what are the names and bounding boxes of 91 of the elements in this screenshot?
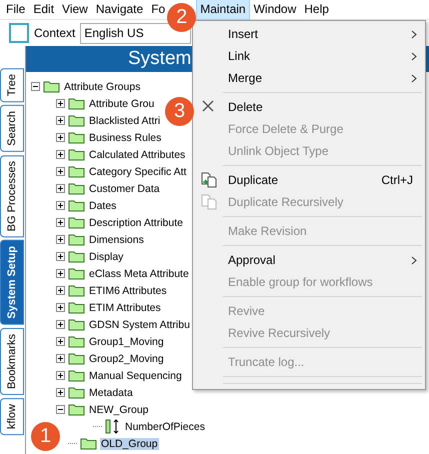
folder-icon [68,318,85,331]
folder-icon [68,97,85,110]
tree-item[interactable]: Customer Data [88,182,161,194]
collapse-icon[interactable] [56,405,65,414]
tree-item[interactable]: NumberOfPieces [124,420,206,432]
step-badge: 3 [165,97,194,126]
expand-icon[interactable] [56,218,65,227]
folder-icon [43,80,60,93]
menu-bar-item[interactable]: Edit [29,0,58,20]
folder-icon [68,403,85,416]
expand-icon[interactable] [56,252,65,261]
tree-item[interactable]: Dimensions [88,234,145,246]
tree-item[interactable]: Category Specific Att [88,166,188,178]
expand-icon[interactable] [56,235,65,244]
tree-item[interactable]: Metadata [88,386,134,398]
side-tab[interactable]: Tree [0,68,24,102]
tree-item[interactable]: Description Attribute [88,216,184,228]
folder-icon [68,114,85,127]
folder-icon [68,165,85,178]
folder-icon [68,386,85,399]
attribute-icon [105,419,121,434]
context-label: Context [34,26,76,40]
tree-item[interactable]: Calculated Attributes [88,148,186,160]
tree-item[interactable]: Display [88,250,124,262]
expand-icon[interactable] [56,388,65,397]
copy-icon [201,194,217,210]
menu-bar-item[interactable]: View [58,0,92,20]
expand-icon[interactable] [56,133,65,142]
context-dropdown[interactable]: English US [80,22,192,44]
context-checkbox[interactable] [9,23,29,43]
tree-item[interactable]: Attribute Grou [88,98,156,110]
menu-item[interactable]: Duplicate Ctrl+J [193,169,425,191]
copy-icon [201,172,217,188]
folder-icon [68,267,85,280]
menu-item[interactable]: Link [193,45,425,67]
expand-icon[interactable] [56,167,65,176]
expand-icon[interactable] [56,201,65,210]
step-badge: 2 [167,3,196,32]
tree-item[interactable]: Dates [88,200,118,212]
close-icon [201,99,215,113]
step-badge: 1 [31,422,60,451]
expand-icon[interactable] [56,286,65,295]
side-tab[interactable]: BG Processes [0,155,24,238]
tree-item[interactable]: ETIM6 Attributes [88,284,168,296]
folder-icon [68,199,85,212]
menu-item[interactable]: Approval [193,249,425,271]
folder-icon [68,301,85,314]
folder-icon [68,131,85,144]
expand-icon[interactable] [56,116,65,125]
menu-bar-item[interactable]: Window [250,0,300,20]
menu-bar-item[interactable]: File [2,0,30,20]
expand-icon[interactable] [56,371,65,380]
expand-icon[interactable] [56,354,65,363]
menu-bar-item[interactable]: Fo [147,0,170,20]
folder-icon [68,250,85,263]
expand-icon[interactable] [56,320,65,329]
folder-icon [68,369,85,382]
tree-item[interactable]: Business Rules [88,132,162,144]
tree-item[interactable]: Attribute Groups [63,80,142,92]
tree-item[interactable]: NEW_Group [88,404,150,416]
side-tab[interactable]: kflow [0,398,24,436]
folder-icon [68,216,85,229]
expand-icon[interactable] [56,337,65,346]
side-tab[interactable]: Search [0,105,24,152]
folder-icon [80,437,97,450]
side-tab[interactable]: System Setup [0,240,24,326]
tree-item[interactable]: GDSN System Attribu [88,318,191,330]
tree-item[interactable]: Group1_Moving [88,336,165,348]
menu-bar-item[interactable]: Help [300,0,333,20]
folder-icon [68,182,85,195]
folder-icon [68,148,85,161]
tree-item[interactable]: OLD_Group [100,438,159,450]
folder-icon [68,284,85,297]
expand-icon[interactable] [56,99,65,108]
tree-item[interactable]: eClass Meta Attribute [88,268,190,280]
menu-bar-item[interactable]: Maintain [196,0,250,20]
expand-icon[interactable] [56,303,65,312]
folder-icon [68,233,85,246]
expand-icon[interactable] [56,150,65,159]
expand-icon[interactable] [56,269,65,278]
folder-icon [68,352,85,365]
folder-icon [68,335,85,348]
tree-item[interactable]: Group2_Moving [88,352,165,364]
menu-item[interactable]: Delete [193,96,425,118]
tree-item[interactable]: Blacklisted Attri [88,114,162,126]
expand-icon[interactable] [56,184,65,193]
tree-item[interactable]: Manual Sequencing [88,370,183,382]
collapse-icon[interactable] [31,82,40,91]
menu-bar-item[interactable]: Navigate [92,0,148,20]
side-tab[interactable]: Bookmarks [0,328,24,396]
tree-item[interactable]: ETIM Attributes [88,302,162,314]
